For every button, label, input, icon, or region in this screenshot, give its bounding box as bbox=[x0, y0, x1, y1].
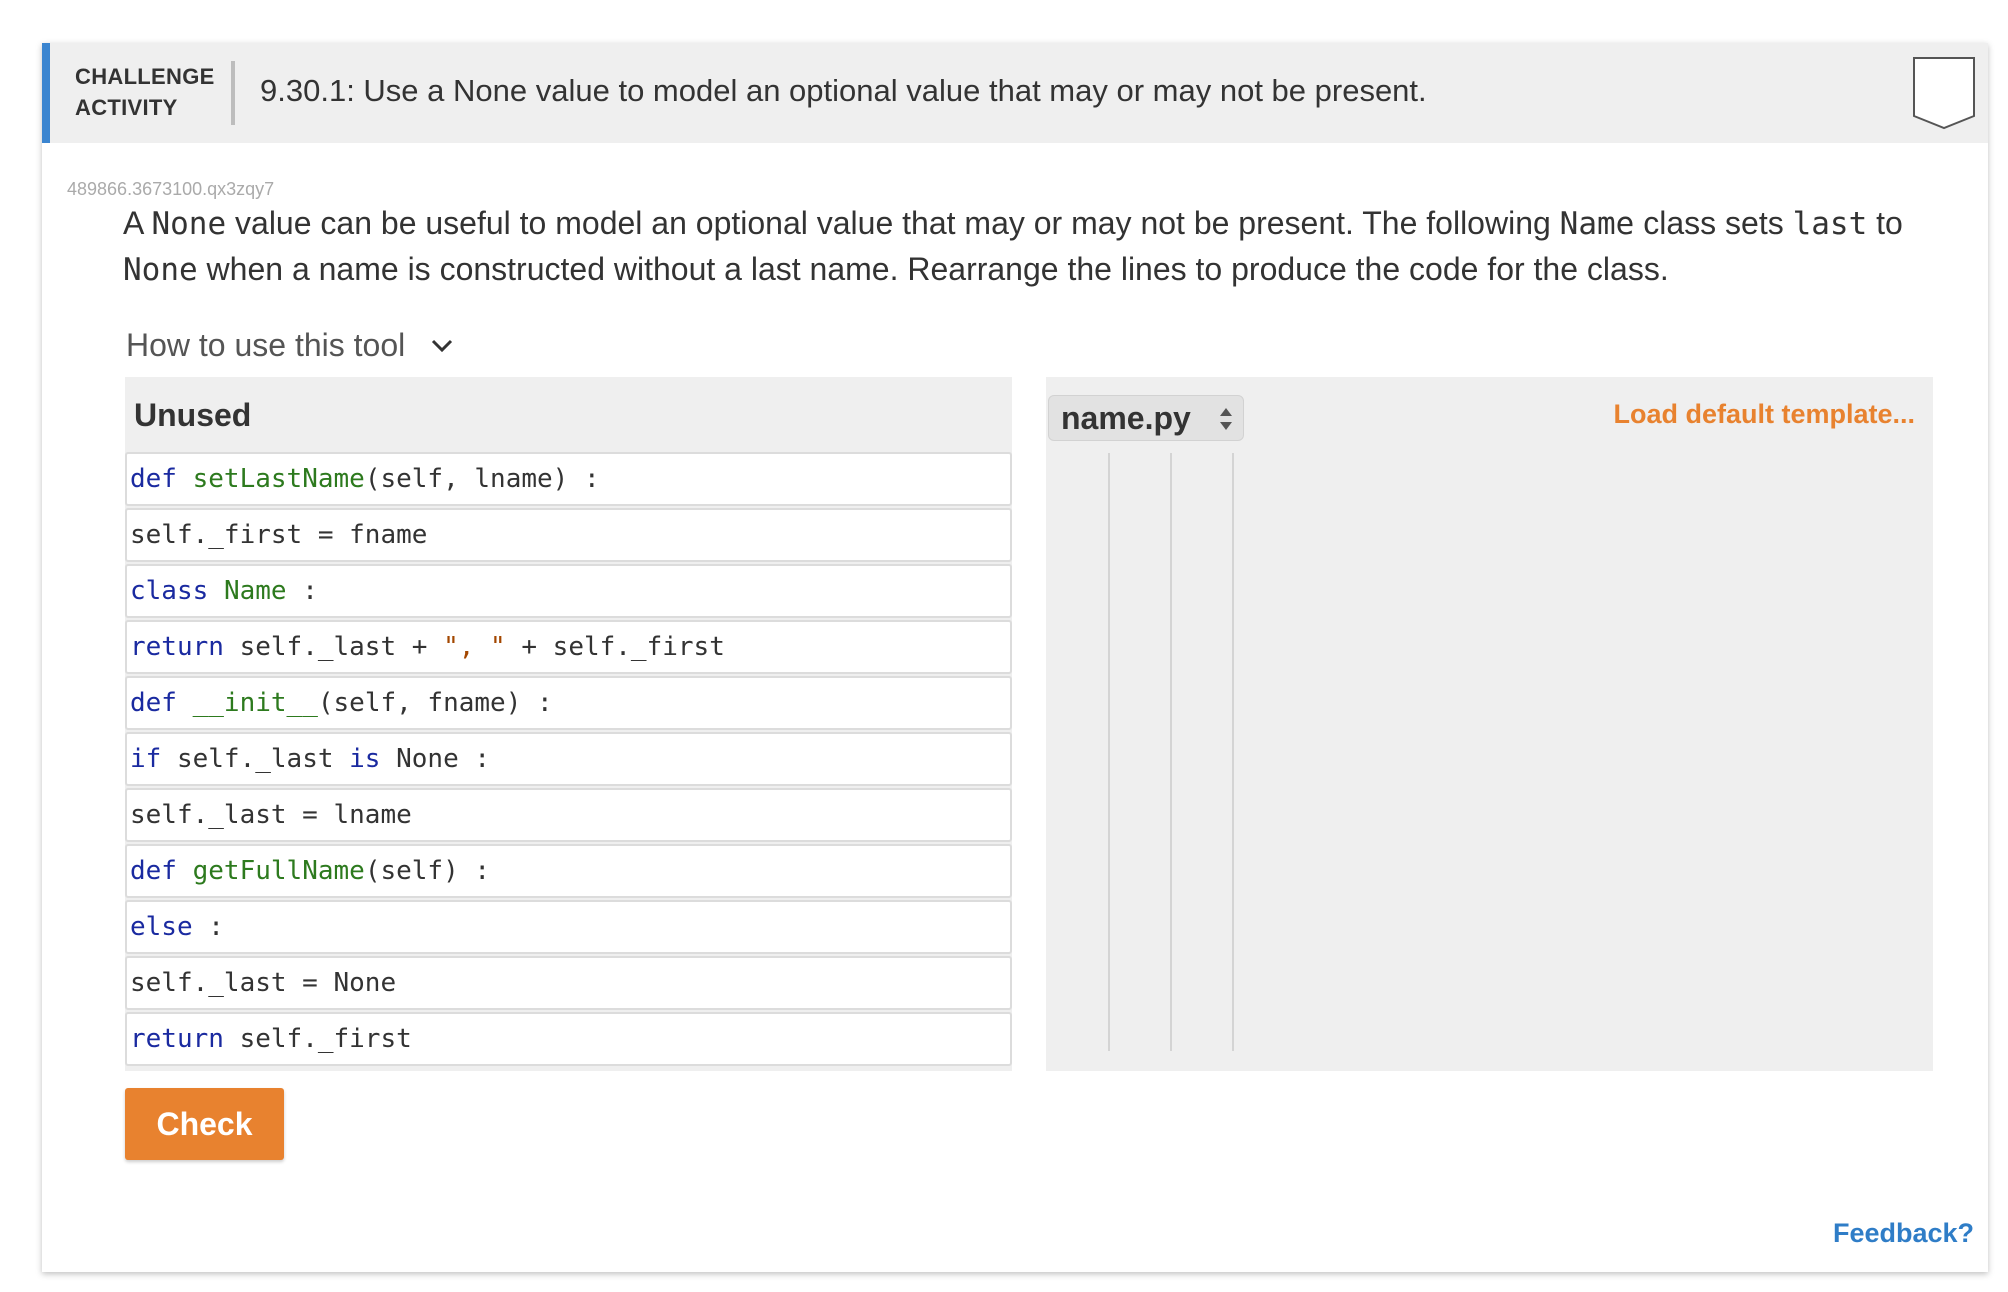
activity-title: 9.30.1: Use a None value to model an opt… bbox=[260, 73, 1427, 108]
activity-header: CHALLENGE ACTIVITY 9.30.1: Use a None va… bbox=[42, 43, 1988, 143]
code-text: (self) : bbox=[364, 856, 491, 886]
code-keyword: def bbox=[130, 688, 177, 718]
code-keyword: return bbox=[130, 1024, 224, 1054]
code-identifier: setLastName bbox=[192, 464, 365, 494]
code-block-return-first[interactable]: return self._first bbox=[125, 1012, 1012, 1066]
how-to-use-toggle[interactable]: How to use this tool bbox=[126, 327, 453, 364]
how-to-use-label: How to use this tool bbox=[126, 327, 406, 363]
code-block-else[interactable]: else : bbox=[125, 900, 1012, 954]
indent-guide bbox=[1108, 453, 1110, 1051]
code-text: self._last = None bbox=[130, 968, 397, 998]
prompt-text: A bbox=[123, 205, 152, 241]
prompt-text: to bbox=[1867, 205, 1903, 241]
code-text: self._last + bbox=[223, 632, 444, 662]
code-keyword: def bbox=[130, 464, 177, 494]
load-default-template-link[interactable]: Load default template... bbox=[1613, 399, 1915, 430]
prompt-code: None bbox=[123, 252, 198, 288]
code-text: self._first bbox=[223, 1024, 412, 1054]
code-text: self._last = lname bbox=[130, 800, 412, 830]
chevron-down-icon bbox=[432, 339, 453, 352]
code-block-set-last-none[interactable]: self._last = None bbox=[125, 956, 1012, 1010]
code-text: self._last bbox=[161, 744, 350, 774]
activity-type-line2: ACTIVITY bbox=[75, 95, 178, 120]
prompt-code: None bbox=[151, 206, 227, 242]
code-block-class-name[interactable]: class Name : bbox=[125, 564, 1012, 618]
prompt-text: when a name is constructed without a las… bbox=[197, 251, 1669, 287]
code-text: : bbox=[192, 912, 224, 942]
code-block-def-setlastname[interactable]: def setLastName(self, lname) : bbox=[125, 452, 1012, 506]
indent-guide bbox=[1232, 453, 1234, 1051]
file-select-value: name.py bbox=[1061, 399, 1191, 436]
code-identifier: getFullName bbox=[192, 856, 365, 886]
code-text: + self._first bbox=[505, 632, 725, 662]
feedback-link[interactable]: Feedback? bbox=[1833, 1218, 1974, 1249]
indent-guide bbox=[1170, 453, 1172, 1051]
code-keyword: else bbox=[130, 912, 193, 942]
code-text: (self, fname) : bbox=[317, 688, 553, 718]
code-keyword: is bbox=[349, 744, 381, 774]
code-text: : bbox=[286, 576, 318, 606]
code-string: ", " bbox=[443, 632, 506, 662]
challenge-activity-card: CHALLENGE ACTIVITY 9.30.1: Use a None va… bbox=[42, 43, 1988, 1272]
prompt-text: value can be useful to model an optional… bbox=[226, 205, 1560, 241]
check-button[interactable]: Check bbox=[125, 1088, 284, 1160]
code-text: (self, lname) : bbox=[364, 464, 600, 494]
code-text: self._first = fname bbox=[130, 520, 428, 550]
header-divider bbox=[231, 61, 235, 125]
prompt-code: Name bbox=[1559, 206, 1635, 242]
activity-prompt: A None value can be useful to model an o… bbox=[123, 201, 1943, 293]
code-keyword: class bbox=[130, 576, 209, 606]
code-text: None : bbox=[380, 744, 491, 774]
code-keyword: def bbox=[130, 856, 177, 886]
select-arrows-icon bbox=[1220, 408, 1232, 430]
code-block-set-last-lname[interactable]: self._last = lname bbox=[125, 788, 1012, 842]
code-identifier: __init__ bbox=[192, 688, 318, 718]
prompt-code: last bbox=[1792, 206, 1868, 242]
code-block-if-last-none[interactable]: if self._last is None : bbox=[125, 732, 1012, 786]
unused-blocks-panel: Unused def setLastName(self, lname) : se… bbox=[125, 377, 1012, 1071]
activity-type-label: CHALLENGE ACTIVITY bbox=[75, 61, 215, 123]
code-keyword: if bbox=[130, 744, 162, 774]
code-block-return-full[interactable]: return self._last + ", " + self._first bbox=[125, 620, 1012, 674]
code-block-set-first[interactable]: self._first = fname bbox=[125, 508, 1012, 562]
prompt-text: class sets bbox=[1634, 205, 1793, 241]
unused-panel-title: Unused bbox=[134, 397, 252, 433]
code-keyword: return bbox=[130, 632, 224, 662]
code-block-def-getfullname[interactable]: def getFullName(self) : bbox=[125, 844, 1012, 898]
file-select[interactable]: name.py bbox=[1048, 395, 1244, 441]
code-block-def-init[interactable]: def __init__(self, fname) : bbox=[125, 676, 1012, 730]
code-identifier: Name bbox=[223, 576, 287, 606]
activity-id: 489866.3673100.qx3zqy7 bbox=[67, 179, 275, 199]
answer-drop-panel[interactable]: name.py Load default template... bbox=[1046, 377, 1933, 1071]
bookmark-icon[interactable] bbox=[1912, 56, 1976, 130]
activity-type-line1: CHALLENGE bbox=[75, 64, 215, 89]
